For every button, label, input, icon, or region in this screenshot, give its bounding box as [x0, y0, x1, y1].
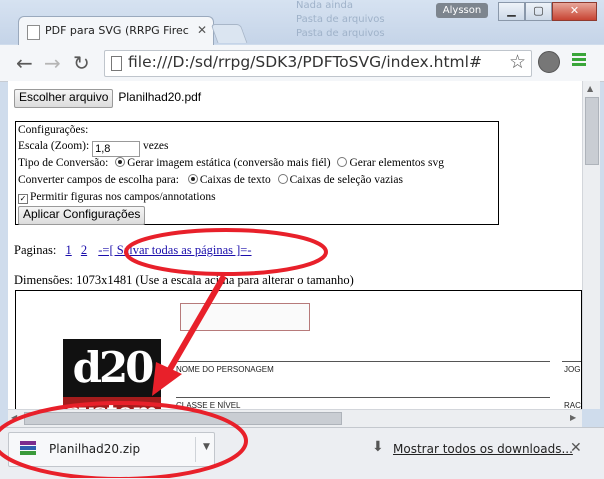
annotation-ellipse-download — [0, 401, 248, 478]
annotation-overlay — [0, 228, 328, 478]
annotation-arrow-shaft — [163, 274, 227, 378]
annotation-ellipse-save-link — [124, 228, 328, 276]
annotation-arrow-head — [152, 362, 182, 396]
